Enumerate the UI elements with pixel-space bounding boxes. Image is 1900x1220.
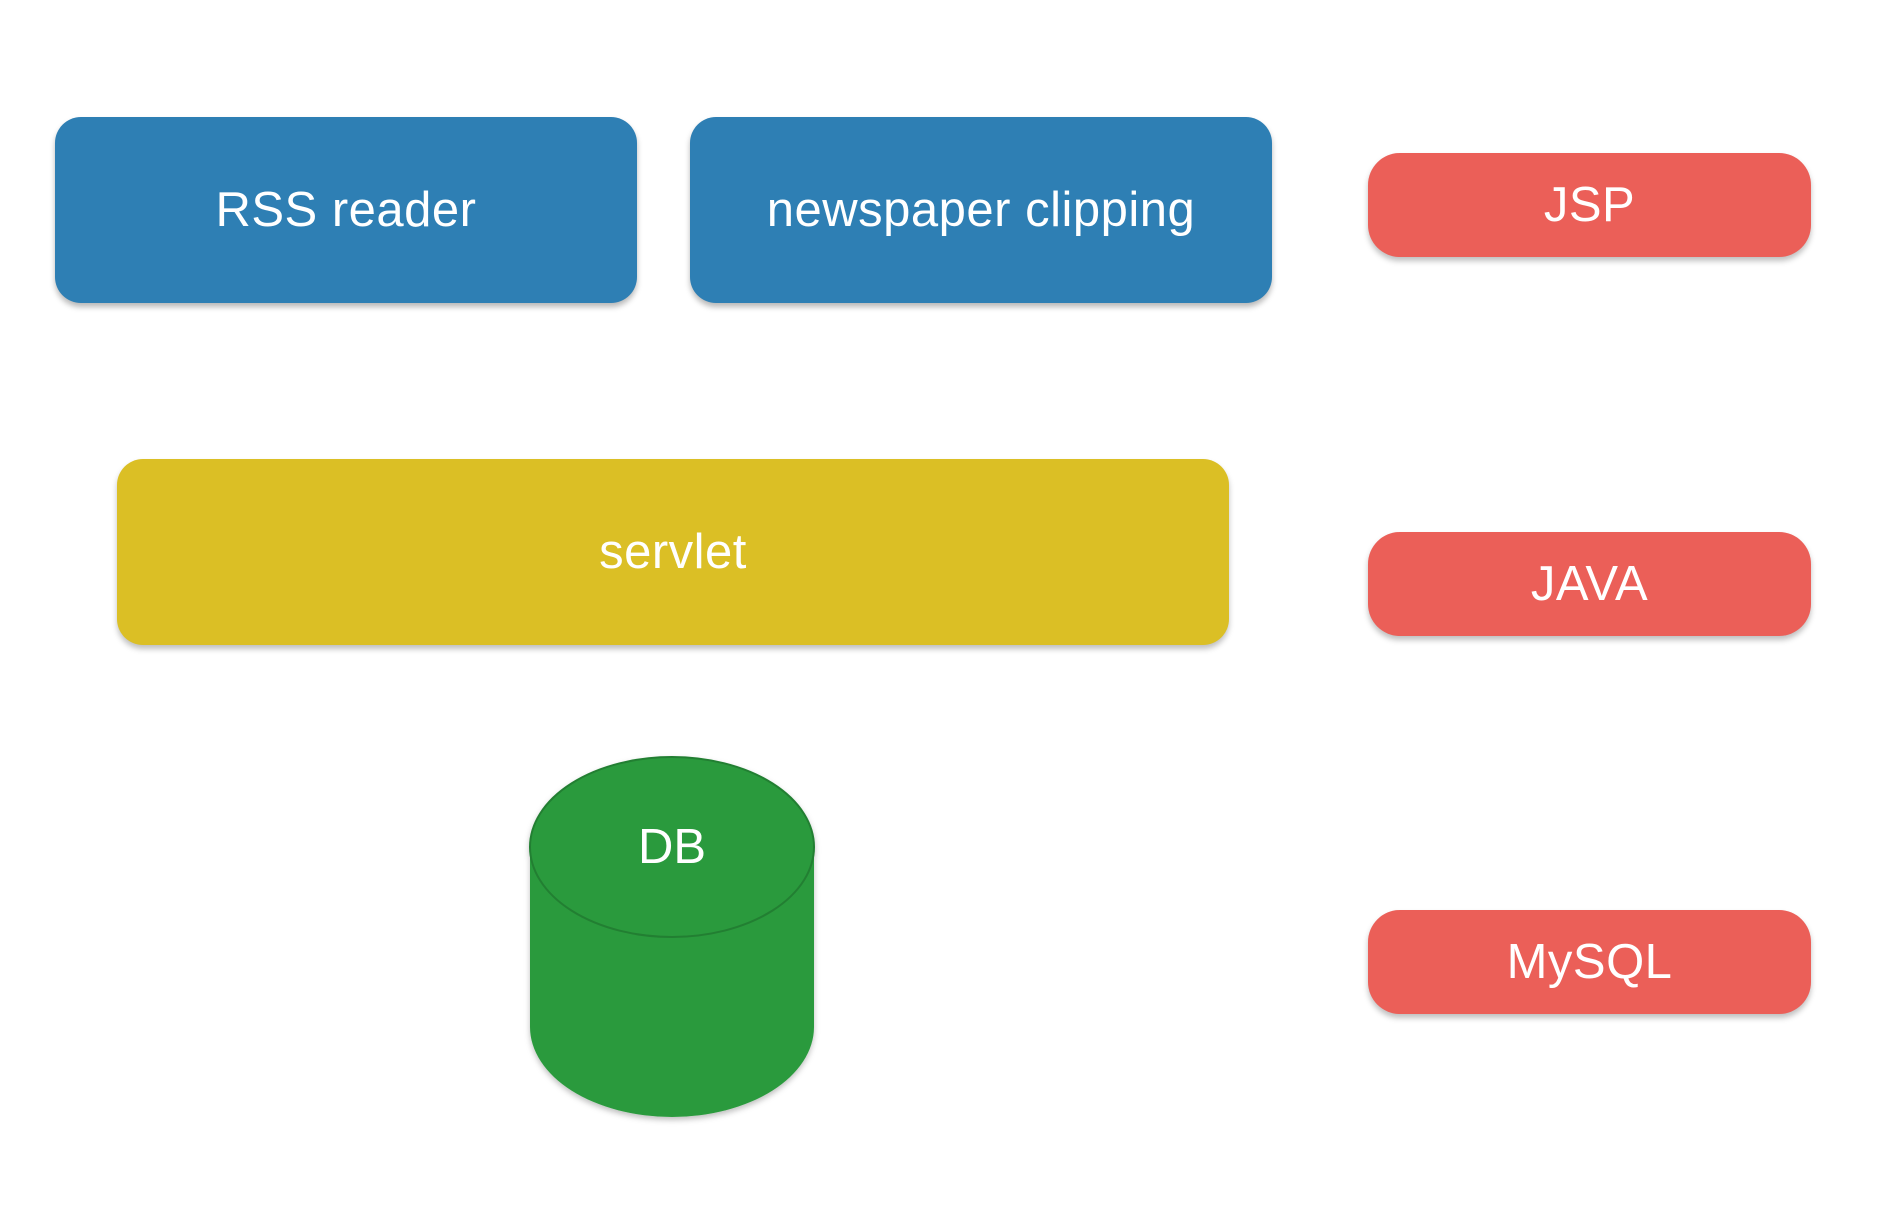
rss-reader-box: RSS reader [55,117,637,303]
mysql-box: MySQL [1368,910,1811,1014]
jsp-label: JSP [1543,178,1636,232]
mysql-label: MySQL [1506,935,1673,989]
servlet-label: servlet [599,525,747,579]
newspaper-clipping-label: newspaper clipping [766,183,1196,237]
servlet-box: servlet [117,459,1229,645]
rss-reader-label: RSS reader [215,183,477,237]
java-box: JAVA [1368,532,1811,636]
db-cylinder: DB [529,756,815,1117]
jsp-box: JSP [1368,153,1811,257]
java-label: JAVA [1530,557,1649,611]
db-label: DB [638,820,706,874]
newspaper-clipping-box: newspaper clipping [690,117,1272,303]
